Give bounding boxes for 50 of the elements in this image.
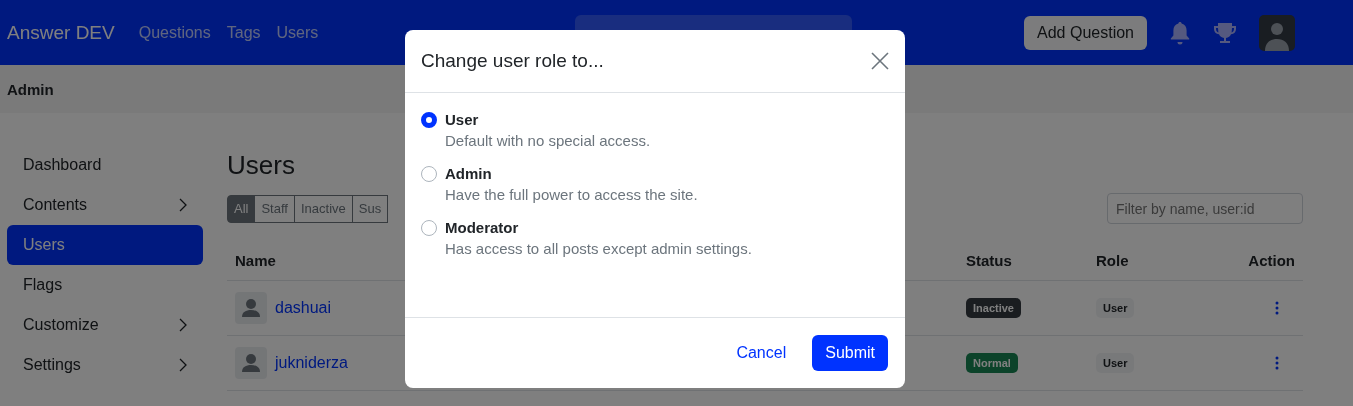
dialog-title: Change user role to... bbox=[421, 50, 604, 72]
column-header: Role bbox=[1088, 241, 1220, 281]
chevron-icon bbox=[179, 358, 187, 372]
nav-link[interactable]: Questions bbox=[138, 23, 211, 42]
user-avatar-icon bbox=[235, 292, 267, 324]
user-avatar-icon bbox=[235, 347, 267, 379]
chevron-icon bbox=[179, 318, 187, 332]
add-question-button[interactable]: Add Question bbox=[1024, 15, 1147, 50]
sidebar-item[interactable]: Users bbox=[7, 225, 203, 265]
sidebar-item[interactable]: Settings bbox=[7, 345, 203, 385]
more-icon[interactable] bbox=[1275, 301, 1279, 315]
submit-button[interactable]: Submit bbox=[812, 335, 888, 371]
filter-tab[interactable]: Inactive bbox=[293, 194, 353, 223]
column-header: Action bbox=[1220, 241, 1303, 281]
column-header: Status bbox=[958, 241, 1088, 281]
nav-link[interactable]: Users bbox=[276, 23, 319, 42]
option-label: Admin bbox=[445, 165, 493, 182]
avatar-icon[interactable] bbox=[1259, 14, 1295, 51]
sidebar-item[interactable]: Contents bbox=[7, 185, 203, 225]
filter-tab[interactable]: All bbox=[227, 194, 256, 223]
role-badge: User bbox=[1096, 298, 1135, 318]
option-description: Has access to all posts except admin settings. bbox=[445, 240, 753, 257]
sidebar-item[interactable]: Customize bbox=[7, 305, 203, 345]
filter-tab[interactable]: Sus bbox=[351, 194, 389, 223]
option-description: Default with no special access. bbox=[445, 132, 652, 149]
user-link[interactable]: dashuai bbox=[275, 299, 332, 317]
filter-field[interactable]: Filter by name, user:id bbox=[1107, 193, 1303, 224]
trophy-icon[interactable] bbox=[1213, 20, 1237, 45]
more-icon[interactable] bbox=[1275, 356, 1279, 370]
brand-logo[interactable]: Answer DEV bbox=[7, 21, 115, 44]
chevron-icon bbox=[179, 198, 187, 212]
filter-tab[interactable]: Staff bbox=[254, 194, 295, 223]
close-button[interactable] bbox=[871, 52, 889, 70]
role-badge: User bbox=[1096, 353, 1135, 373]
sidebar-item[interactable]: Flags bbox=[7, 265, 203, 305]
user-link[interactable]: jukniderza bbox=[275, 354, 348, 372]
radio-button[interactable] bbox=[421, 112, 437, 128]
option-label: User bbox=[445, 111, 480, 128]
status-badge: Normal bbox=[966, 353, 1018, 373]
sidebar-item[interactable]: Dashboard bbox=[7, 145, 203, 185]
radio-button[interactable] bbox=[421, 166, 437, 182]
page-title: Users bbox=[227, 149, 295, 181]
status-badge: Inactive bbox=[966, 298, 1021, 318]
option-description: Have the full power to access the site. bbox=[445, 186, 699, 203]
radio-button[interactable] bbox=[421, 220, 437, 236]
cancel-button[interactable]: Cancel bbox=[730, 343, 793, 363]
option-label: Moderator bbox=[445, 219, 520, 236]
nav-link[interactable]: Tags bbox=[226, 23, 261, 42]
bell-icon[interactable] bbox=[1169, 20, 1191, 45]
section-title: Admin bbox=[7, 80, 54, 98]
